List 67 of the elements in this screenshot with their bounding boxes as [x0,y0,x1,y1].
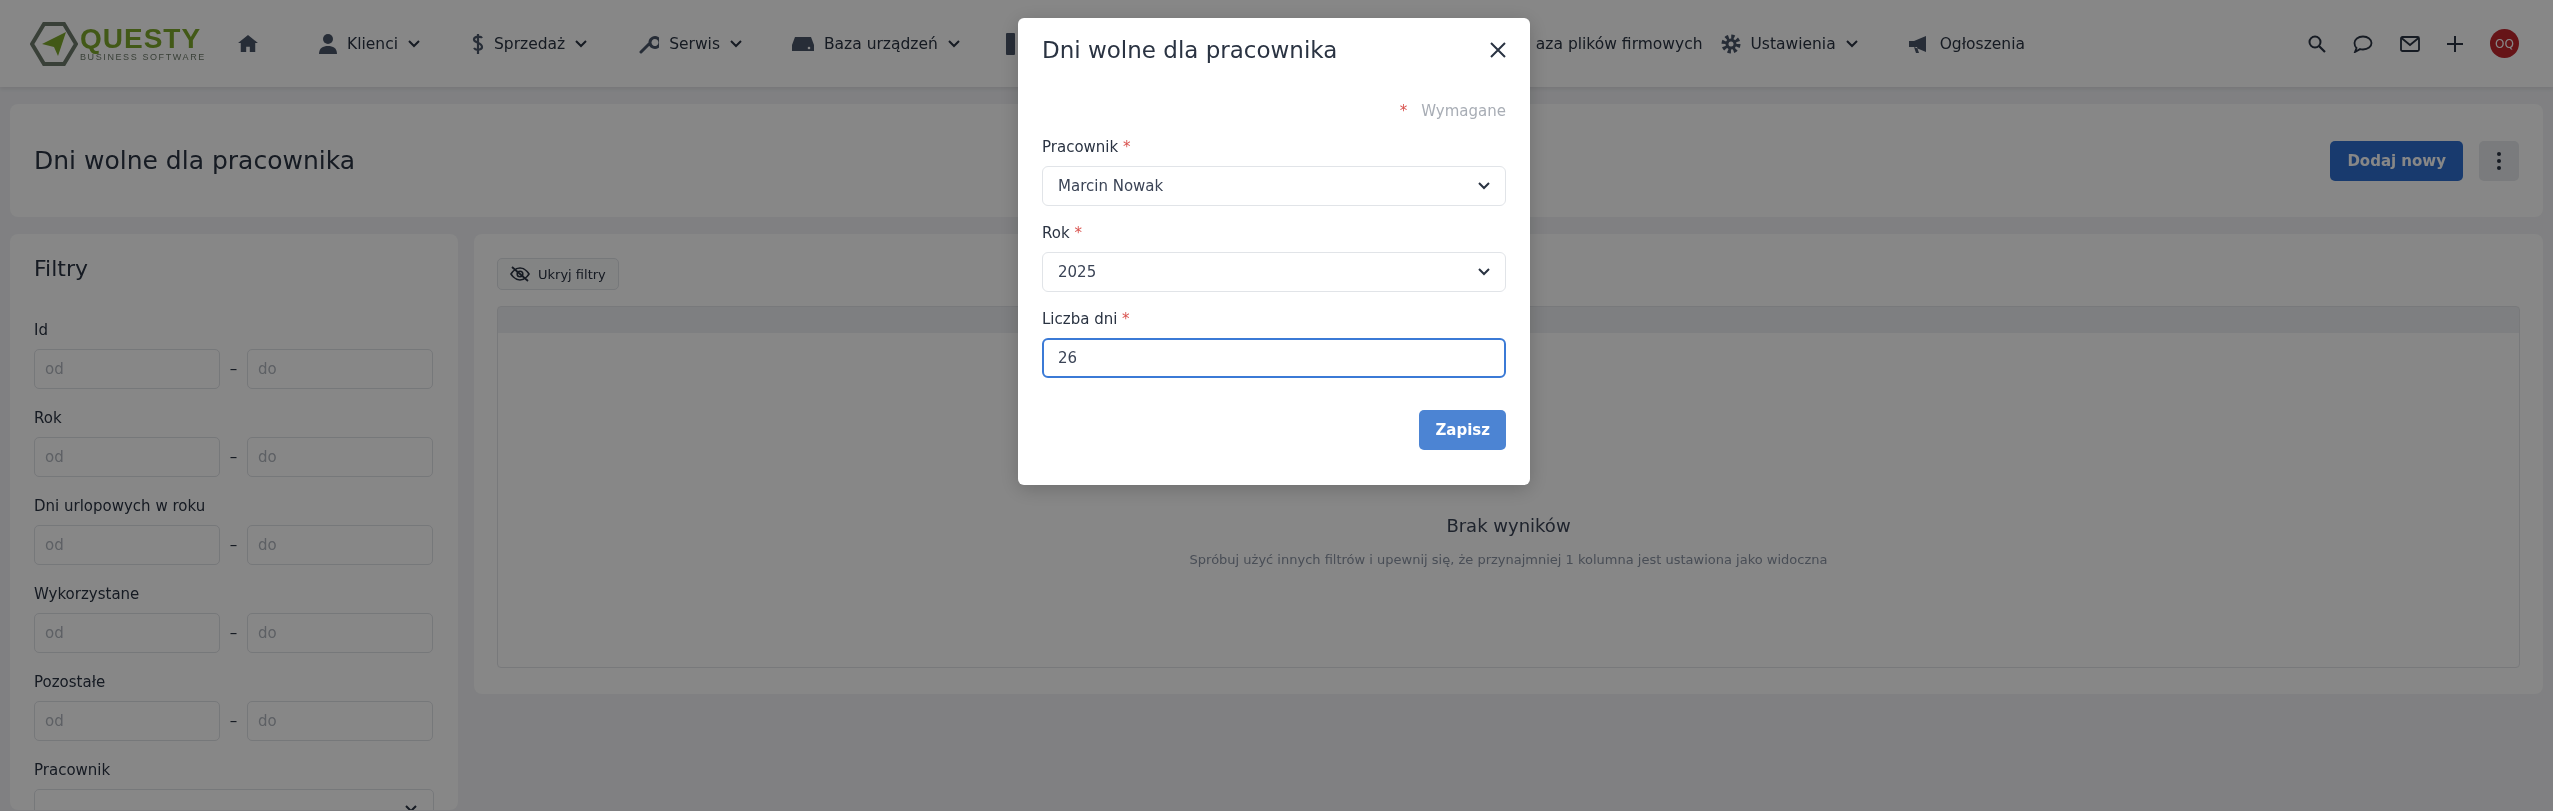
search-button[interactable] [2308,34,2326,53]
eye-slash-icon [510,266,530,282]
close-icon [1490,42,1506,58]
range-separator: – [228,624,239,642]
add-button[interactable] [2447,35,2463,52]
dollar-icon [471,32,484,55]
bar-icon [1005,32,1015,55]
home-icon [237,34,259,53]
chevron-down-icon [1478,182,1490,190]
field-label: Rok [1042,224,1070,242]
field-label: Pracownik [1042,138,1119,156]
nav-item[interactable]: aza plików firmowych [1535,34,1703,53]
wrench-icon [639,33,660,54]
close-button[interactable] [1490,42,1506,58]
chevron-down-icon [1478,268,1490,276]
required-legend: Wymagane [1421,102,1506,120]
select-field[interactable]: Marcin Nowak [1042,166,1506,206]
select-field[interactable]: 2025 [1042,252,1506,292]
chat-button[interactable] [2353,34,2373,53]
logo-name: QUESTY [80,25,203,53]
nav-item[interactable]: Sprzedaż [471,32,588,55]
add-new-button[interactable]: Dodaj nowy [2330,140,2463,181]
chevron-down-icon [730,39,742,48]
modal-title: Dni wolne dla pracownika [1042,37,1339,63]
filter-label: Wykorzystane [34,585,141,603]
user-icon [319,33,337,54]
home-button[interactable] [237,34,259,53]
input-field[interactable]: 26 [1042,338,1506,378]
more-button[interactable] [2479,140,2519,181]
logo-tagline: BUSINESS SOFTWARE [80,53,206,62]
range-separator: – [228,536,239,554]
logo-icon [30,21,78,66]
nav-item[interactable]: Baza urządzeń [792,34,960,53]
nav-item[interactable]: Klienci [319,33,420,54]
field-label: Liczba dni [1042,310,1118,328]
chevron-down-icon [947,39,960,48]
range-separator: – [228,360,239,378]
chat-icon [2353,34,2373,53]
filter-label: Pracownik [34,761,112,779]
plus-icon [2447,35,2463,52]
kebab-icon [2497,151,2501,170]
required-mark: * [1122,310,1130,328]
empty-title: Brak wyników [1446,515,1571,536]
chevron-down-icon [575,39,588,48]
drive-icon [792,35,814,52]
avatar[interactable]: OQ [2490,29,2519,58]
range-separator: – [228,448,239,466]
chevron-down-icon [407,39,420,48]
chevron-down-icon [1845,39,1858,48]
mail-button[interactable] [2400,35,2420,52]
range-separator: – [228,712,239,730]
nav-item[interactable]: Serwis [639,33,742,54]
search-icon [2308,34,2326,53]
filter-label: Id [34,321,49,339]
hide-filters-button[interactable]: Ukryj filtry [497,258,619,290]
nav-item[interactable]: Ogłoszenia [1907,34,2025,53]
required-mark: * [1074,224,1082,242]
filter-label: Pozostałe [34,673,107,691]
required-mark: * [1399,102,1408,120]
nav-item[interactable]: Ustawienia [1720,33,1858,54]
settings-icon [1720,33,1741,54]
filters-title: Filtry [34,256,89,281]
mail-icon [2400,35,2420,52]
required-mark: * [1123,138,1131,156]
save-button[interactable]: Zapisz [1419,410,1506,450]
filter-label: Rok [34,409,63,427]
filter-label: Dni urlopowych w roku [34,497,207,515]
